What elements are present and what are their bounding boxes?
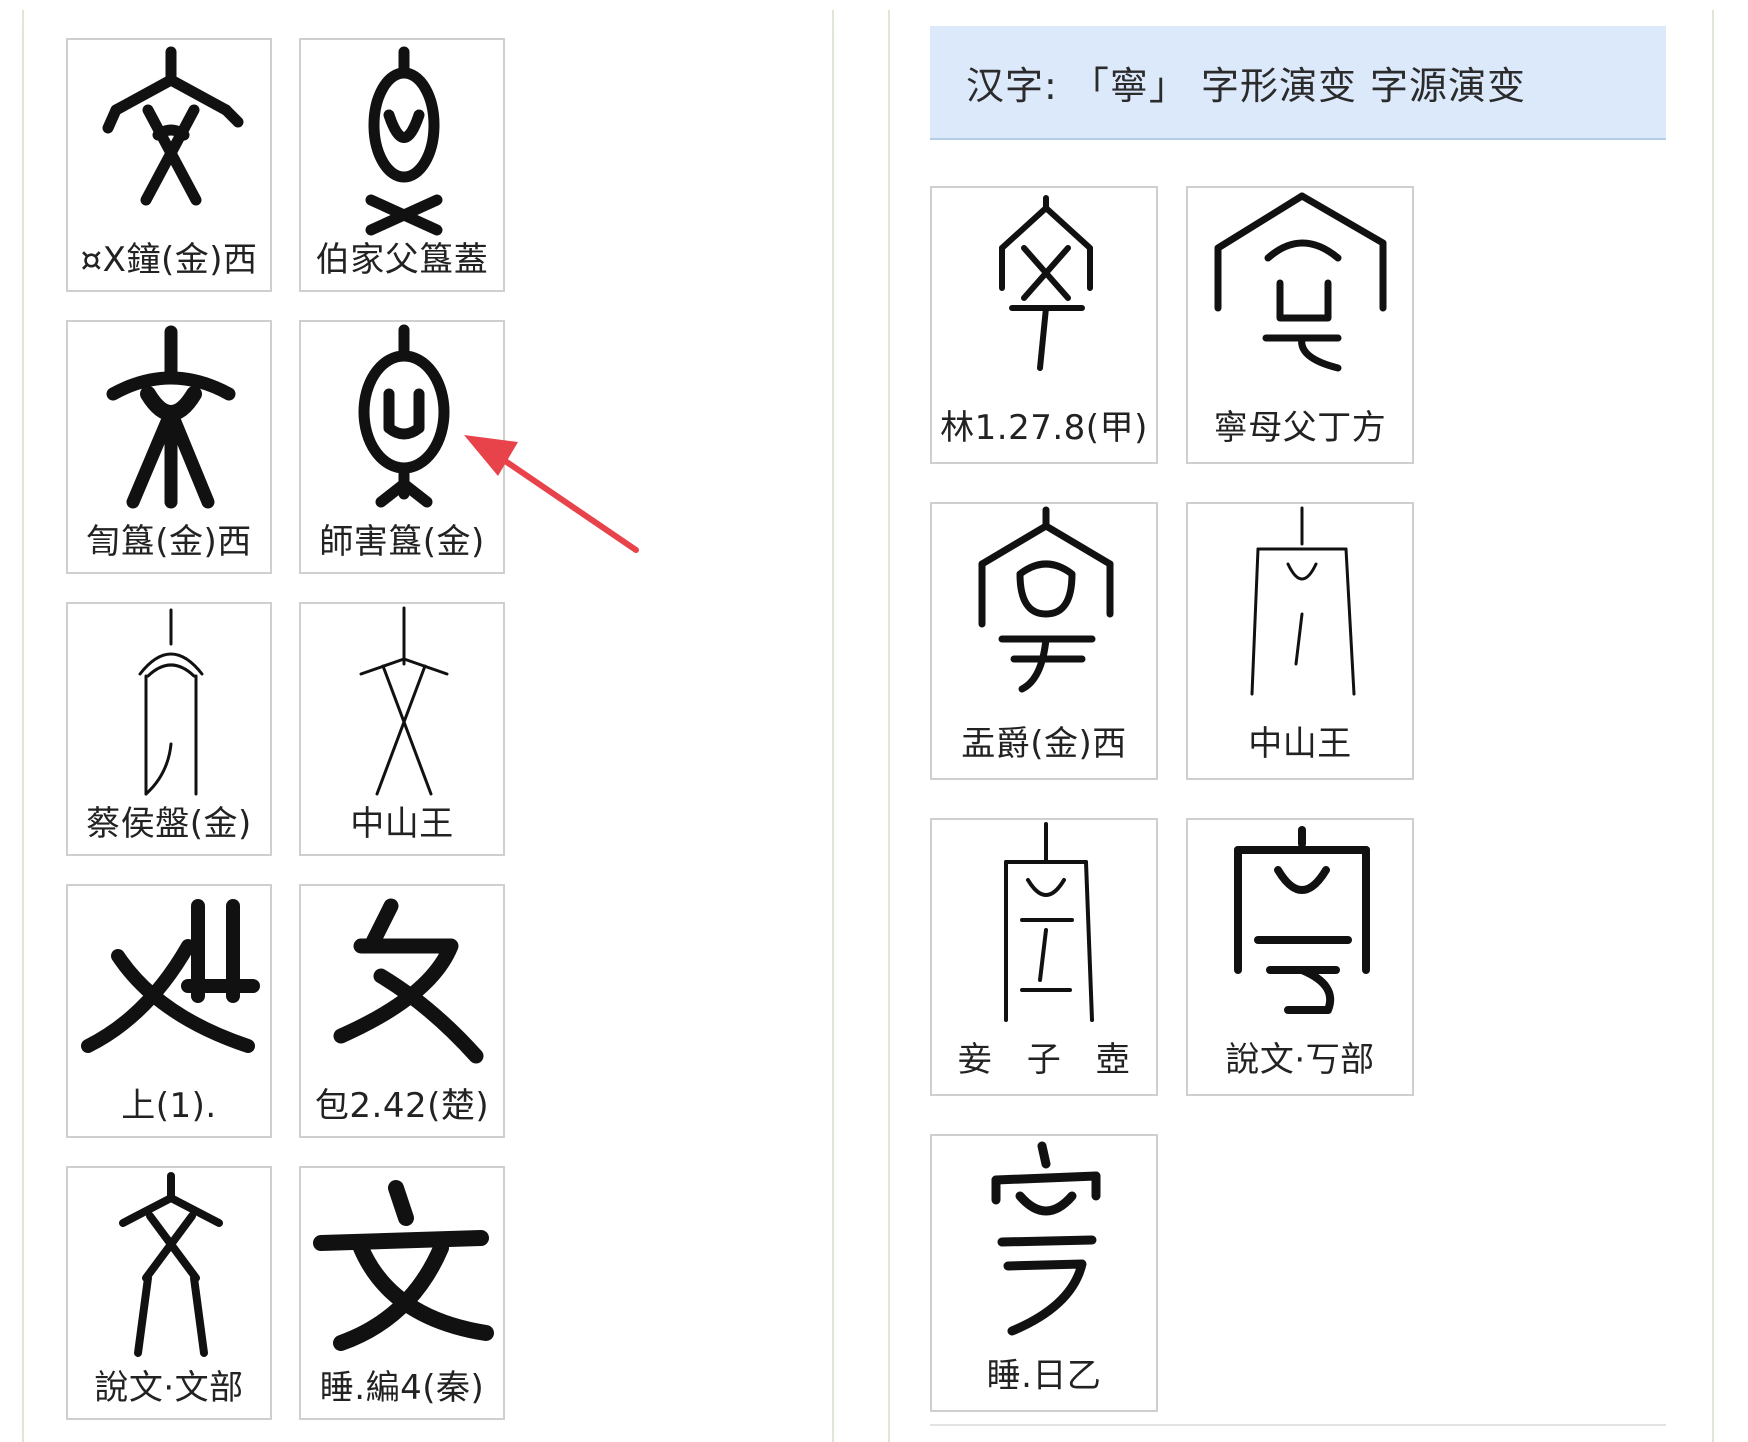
- bronze-glyph-image: [978, 506, 1114, 693]
- glyph-source-caption: 寧母父丁方: [1213, 408, 1387, 448]
- bronze-glyph-image: [1004, 822, 1094, 1022]
- glyph-source-caption: 說文·丂部: [1225, 1040, 1375, 1080]
- glyph-source-caption: 包2.42(楚): [314, 1086, 490, 1126]
- character-title-bar: 汉字: 「寧」 字形演变 字源演变: [930, 26, 1666, 140]
- glyph-card[interactable]: 妾 子 壺: [930, 818, 1158, 1096]
- left-glyph-panel: ¤X鐘(金)西 伯家父簋蓋 訇簋(金)西 師害簋(金) 蔡侯盤(金) 中山王 上…: [22, 10, 834, 1442]
- seal-glyph-image: [119, 1172, 223, 1357]
- glyph-card[interactable]: 中山王: [1186, 502, 1414, 780]
- glyph-card[interactable]: 說文·丂部: [1186, 818, 1414, 1096]
- glyph-card[interactable]: 林1.27.8(甲): [930, 186, 1158, 464]
- glyph-source-caption: 中山王: [1248, 724, 1352, 764]
- bottom-divider: [930, 1424, 1666, 1426]
- glyph-card[interactable]: 盂爵(金)西: [930, 502, 1158, 780]
- glyph-card[interactable]: 睡.日乙: [930, 1134, 1158, 1412]
- glyph-card[interactable]: 寧母父丁方: [1186, 186, 1414, 464]
- glyph-source-caption: 睡.日乙: [986, 1356, 1102, 1396]
- chu-glyph-image: [81, 899, 260, 1053]
- glyph-source-caption: 上(1).: [121, 1086, 217, 1126]
- glyph-source-caption: 中山王: [350, 804, 454, 844]
- right-character-panel: 汉字: 「寧」 字形演变 字源演变 林1.27.8(甲) 寧母父丁方 盂爵(金)…: [888, 10, 1714, 1442]
- glyph-source-caption: 蔡侯盤(金): [86, 804, 252, 844]
- glyph-card[interactable]: 睡.編4(秦): [299, 1166, 505, 1420]
- glyph-card[interactable]: 蔡侯盤(金): [66, 602, 272, 856]
- glyph-source-caption: 說文·文部: [94, 1368, 244, 1408]
- glyph-source-caption: 妾 子 壺: [957, 1040, 1131, 1080]
- glyph-source-caption: 盂爵(金)西: [961, 724, 1127, 764]
- chu-glyph-image: [333, 898, 484, 1064]
- oracle-glyph-image: [999, 195, 1093, 371]
- bronze-glyph-image: [1214, 192, 1387, 372]
- glyph-source-caption: 林1.27.8(甲): [940, 408, 1148, 448]
- glyph-card[interactable]: 上(1).: [66, 884, 272, 1138]
- bronze-glyph-image: [359, 606, 449, 796]
- qin-glyph-image: [991, 1141, 1101, 1336]
- glyph-card[interactable]: 中山王: [299, 602, 505, 856]
- bronze-glyph-image: [138, 608, 204, 796]
- glyph-source-caption: 睡.編4(秦): [319, 1368, 485, 1408]
- qin-glyph-image: [313, 1180, 494, 1351]
- glyph-card[interactable]: 包2.42(楚): [299, 884, 505, 1138]
- bronze-glyph-image: [1250, 506, 1356, 696]
- glyph-card[interactable]: 說文·文部: [66, 1166, 272, 1420]
- seal-glyph-image: [1234, 826, 1370, 1014]
